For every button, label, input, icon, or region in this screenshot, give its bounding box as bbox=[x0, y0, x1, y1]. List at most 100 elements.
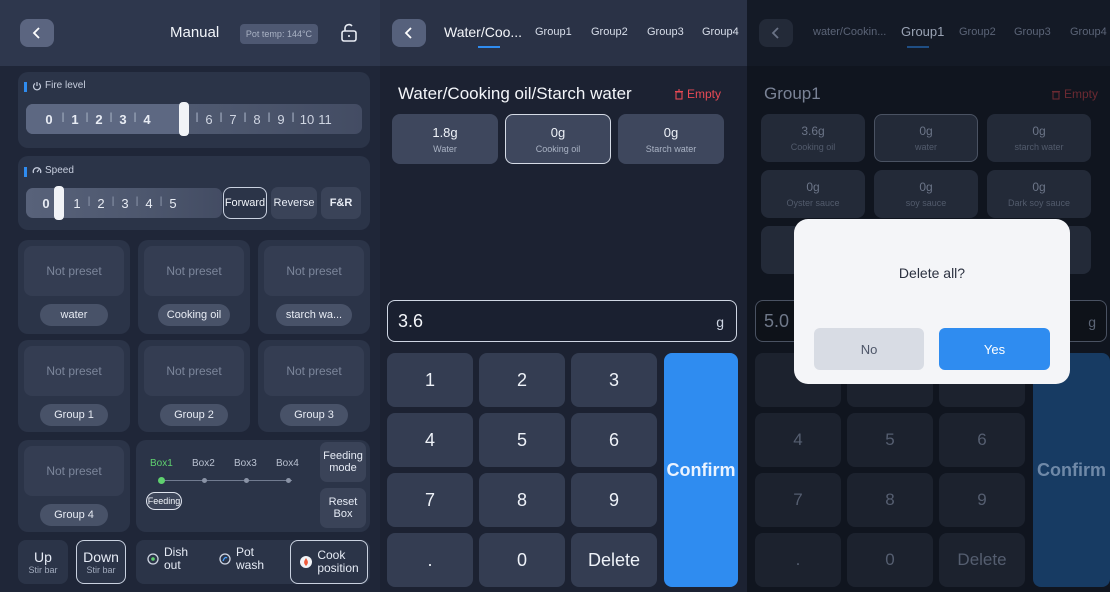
yes-button[interactable]: Yes bbox=[939, 328, 1050, 370]
pot-wash-icon bbox=[219, 553, 231, 565]
box-label[interactable]: Box2 bbox=[192, 458, 215, 469]
speed-slider[interactable]: 0 1 | 2 | 3 | 4 | 5 bbox=[26, 186, 222, 220]
key-5[interactable]: 5 bbox=[847, 413, 933, 467]
box-label[interactable]: Box4 bbox=[276, 458, 299, 469]
preset-card-starch-water[interactable]: Not preset starch wa... bbox=[258, 240, 370, 334]
cook-position-label: Cook position bbox=[317, 549, 358, 575]
key-5[interactable]: 5 bbox=[479, 413, 565, 467]
key-4[interactable]: 4 bbox=[387, 413, 473, 467]
tab-group1[interactable]: Group1 bbox=[901, 24, 944, 39]
cook-position-button[interactable]: Cook position bbox=[290, 540, 368, 584]
key-4[interactable]: 4 bbox=[755, 413, 841, 467]
stir-bar-down-button[interactable]: Down Stir bar bbox=[76, 540, 126, 584]
dish-out-button[interactable]: Dish out bbox=[146, 546, 188, 572]
tab-group4[interactable]: Group4 bbox=[702, 26, 739, 38]
key-2[interactable]: 2 bbox=[479, 353, 565, 407]
preset-status: Not preset bbox=[144, 246, 244, 296]
pot-wash-line2: wash bbox=[236, 558, 265, 572]
active-tab-indicator bbox=[478, 46, 500, 48]
key-9[interactable]: 9 bbox=[571, 473, 657, 527]
key-1[interactable]: 1 bbox=[387, 353, 473, 407]
empty-button[interactable]: Empty bbox=[674, 87, 721, 101]
box-track bbox=[162, 480, 292, 481]
feeding-mode-button[interactable]: Feeding mode bbox=[320, 442, 366, 482]
no-button[interactable]: No bbox=[814, 328, 924, 370]
empty-label: Empty bbox=[687, 87, 722, 101]
quantity-dark-soy-sauce[interactable]: 0g Dark soy sauce bbox=[987, 170, 1091, 218]
back-button[interactable] bbox=[759, 19, 793, 47]
key-0[interactable]: 0 bbox=[847, 533, 933, 587]
tab-group3[interactable]: Group3 bbox=[647, 26, 684, 38]
quantity-name: Water bbox=[433, 143, 457, 154]
key-7[interactable]: 7 bbox=[755, 473, 841, 527]
quantity-water[interactable]: 0g water bbox=[874, 114, 978, 162]
quantity-starch-water[interactable]: 0g starch water bbox=[987, 114, 1091, 162]
preset-label: water bbox=[40, 304, 108, 326]
unlock-icon[interactable] bbox=[338, 22, 360, 44]
tab-water-cooking-oil[interactable]: Water/Coo... bbox=[444, 24, 522, 40]
back-button[interactable] bbox=[392, 19, 426, 47]
quantity-value: 0g bbox=[1032, 180, 1046, 194]
forward-button[interactable]: Forward bbox=[223, 187, 267, 219]
pot-wash-label: Pot wash bbox=[236, 546, 264, 572]
reset-box-line1: Reset bbox=[328, 496, 358, 508]
tab-group2[interactable]: Group2 bbox=[959, 26, 996, 38]
stir-bar-up-button[interactable]: Up Stir bar bbox=[18, 540, 68, 584]
reverse-button[interactable]: Reverse bbox=[271, 187, 317, 219]
tab-group4[interactable]: Group4 bbox=[1070, 26, 1107, 38]
key-6[interactable]: 6 bbox=[571, 413, 657, 467]
fire-tick: 9 bbox=[277, 112, 285, 127]
box-label[interactable]: Box3 bbox=[234, 458, 257, 469]
quantity-cooking-oil[interactable]: 0g Cooking oil bbox=[505, 114, 611, 164]
key-8[interactable]: 8 bbox=[847, 473, 933, 527]
preset-card-cooking-oil[interactable]: Not preset Cooking oil bbox=[138, 240, 250, 334]
key-decimal[interactable]: . bbox=[387, 533, 473, 587]
key-6[interactable]: 6 bbox=[939, 413, 1025, 467]
feeding-box-card: Box1 Box2 Box3 Box4 Feeding Feeding mode… bbox=[136, 440, 370, 532]
quantity-water[interactable]: 1.8g Water bbox=[392, 114, 498, 164]
confirm-button[interactable]: Confirm bbox=[664, 353, 738, 587]
quantity-cooking-oil[interactable]: 3.6g Cooking oil bbox=[761, 114, 865, 162]
quantity-name: Cooking oil bbox=[535, 143, 581, 154]
key-7[interactable]: 7 bbox=[387, 473, 473, 527]
fire-tick: 0 bbox=[45, 112, 53, 127]
reset-box-button[interactable]: Reset Box bbox=[320, 488, 366, 528]
section-marker bbox=[24, 82, 27, 92]
tab-group2[interactable]: Group2 bbox=[591, 26, 628, 38]
preset-card-group-2[interactable]: Not preset Group 2 bbox=[138, 340, 250, 432]
key-0[interactable]: 0 bbox=[479, 533, 565, 587]
forward-reverse-button[interactable]: F&R bbox=[321, 187, 361, 219]
key-9[interactable]: 9 bbox=[939, 473, 1025, 527]
speed-handle[interactable] bbox=[54, 186, 64, 220]
key-3[interactable]: 3 bbox=[571, 353, 657, 407]
empty-button[interactable]: Empty bbox=[1051, 87, 1098, 101]
box-label[interactable]: Box1 bbox=[150, 458, 173, 469]
speed-tick: 0 bbox=[42, 196, 50, 211]
delete-key[interactable]: Delete bbox=[571, 533, 657, 587]
quantity-starch-water[interactable]: 0g Starch water bbox=[618, 114, 724, 164]
fire-level-handle[interactable] bbox=[179, 102, 189, 136]
group-tabs-bar: water/Cookin... Group1 Group2 Group3 Gro… bbox=[747, 0, 1110, 66]
preset-status: Not preset bbox=[24, 446, 124, 496]
preset-card-group-1[interactable]: Not preset Group 1 bbox=[18, 340, 130, 432]
preset-card-water[interactable]: Not preset water bbox=[18, 240, 130, 334]
pot-wash-button[interactable]: Pot wash bbox=[218, 546, 264, 572]
preset-label: Cooking oil bbox=[158, 304, 230, 326]
tab-group3[interactable]: Group3 bbox=[1014, 26, 1051, 38]
tab-group1[interactable]: Group1 bbox=[535, 26, 572, 38]
confirm-button[interactable]: Confirm bbox=[1033, 353, 1110, 587]
fire-level-slider[interactable]: 0| 1| 2| 3| 4 5| 6| 7| 8| 9| 10 11 bbox=[26, 102, 362, 136]
preset-card-group-3[interactable]: Not preset Group 3 bbox=[258, 340, 370, 432]
quantity-oyster-sauce[interactable]: 0g Oyster sauce bbox=[761, 170, 865, 218]
back-button[interactable] bbox=[20, 19, 54, 47]
weight-input[interactable]: 3.6 g bbox=[387, 300, 737, 342]
quantity-soy-sauce[interactable]: 0g soy sauce bbox=[874, 170, 978, 218]
delete-key[interactable]: Delete bbox=[939, 533, 1025, 587]
tab-water-cooking[interactable]: water/Cookin... bbox=[813, 26, 886, 38]
preset-card-group-4[interactable]: Not preset Group 4 bbox=[18, 440, 130, 532]
feeding-mode-line2: mode bbox=[329, 462, 357, 474]
quantity-value: 0g bbox=[1032, 124, 1046, 138]
key-8[interactable]: 8 bbox=[479, 473, 565, 527]
quantity-name: Cooking oil bbox=[790, 142, 836, 152]
key-decimal[interactable]: . bbox=[755, 533, 841, 587]
